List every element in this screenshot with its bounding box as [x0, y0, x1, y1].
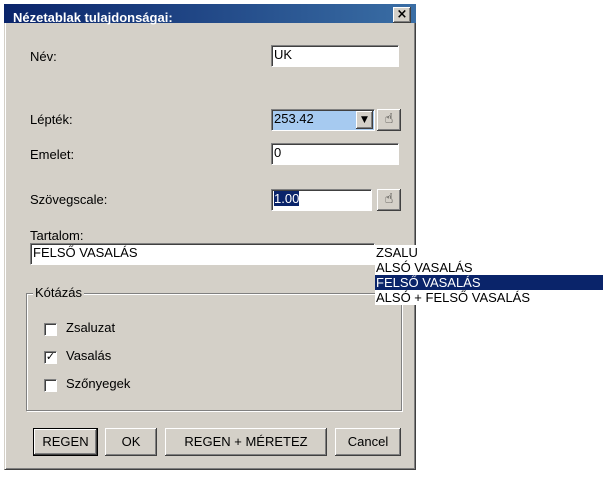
- dropdown-item-also-felso-vasalas[interactable]: ALSÓ + FELSŐ VASALÁS: [375, 290, 603, 305]
- hand-icon[interactable]: ☝: [377, 189, 401, 211]
- dialog-titlebar[interactable]: Nézetablak tulajdonságai:: [4, 4, 416, 25]
- close-button[interactable]: ×: [393, 7, 411, 23]
- szovegscale-value: 1.00: [274, 191, 300, 206]
- kotazas-legend: Kótázás: [33, 285, 84, 300]
- emelet-label: Emelet:: [30, 147, 75, 162]
- dropdown-item-also-vasalas[interactable]: ALSÓ VASALÁS: [375, 260, 603, 275]
- szonyegek-label[interactable]: Szőnyegek: [66, 376, 130, 391]
- regen-button[interactable]: REGEN: [33, 428, 98, 456]
- emelet-input[interactable]: 0: [271, 143, 399, 165]
- szonyegek-checkbox[interactable]: [44, 379, 57, 392]
- vasalas-label[interactable]: Vasalás: [66, 348, 111, 363]
- hand-icon[interactable]: ☝: [377, 109, 401, 131]
- dialog-title: Nézetablak tulajdonságai:: [13, 10, 173, 25]
- tartalom-label: Tartalom:: [30, 228, 84, 243]
- szovegscale-input[interactable]: 1.00: [271, 189, 372, 211]
- szovegscale-label: Szövegscale:: [30, 192, 108, 207]
- leptek-value: 253.42: [274, 111, 314, 126]
- tartalom-value: FELSŐ VASALÁS: [33, 245, 138, 260]
- nev-label: Név:: [30, 49, 57, 64]
- cancel-button[interactable]: Cancel: [335, 428, 401, 456]
- vasalas-checkbox[interactable]: ✓: [44, 351, 57, 364]
- zsaluzat-checkbox[interactable]: [44, 323, 57, 336]
- regen-meretez-button[interactable]: REGEN + MÉRETEZ: [165, 428, 327, 456]
- chevron-down-icon[interactable]: ▼: [356, 111, 373, 129]
- zsaluzat-label[interactable]: Zsaluzat: [66, 320, 115, 335]
- dropdown-item-zsalu[interactable]: ZSALU: [375, 245, 603, 260]
- tartalom-dropdown-list: ZSALU ALSÓ VASALÁS FELSŐ VASALÁS ALSÓ + …: [375, 245, 603, 305]
- tartalom-combobox[interactable]: FELSŐ VASALÁS: [30, 243, 375, 265]
- dropdown-item-felso-vasalas[interactable]: FELSŐ VASALÁS: [375, 275, 603, 290]
- leptek-label: Lépték:: [30, 112, 73, 127]
- ok-button[interactable]: OK: [105, 428, 157, 456]
- nev-input[interactable]: UK: [271, 45, 399, 67]
